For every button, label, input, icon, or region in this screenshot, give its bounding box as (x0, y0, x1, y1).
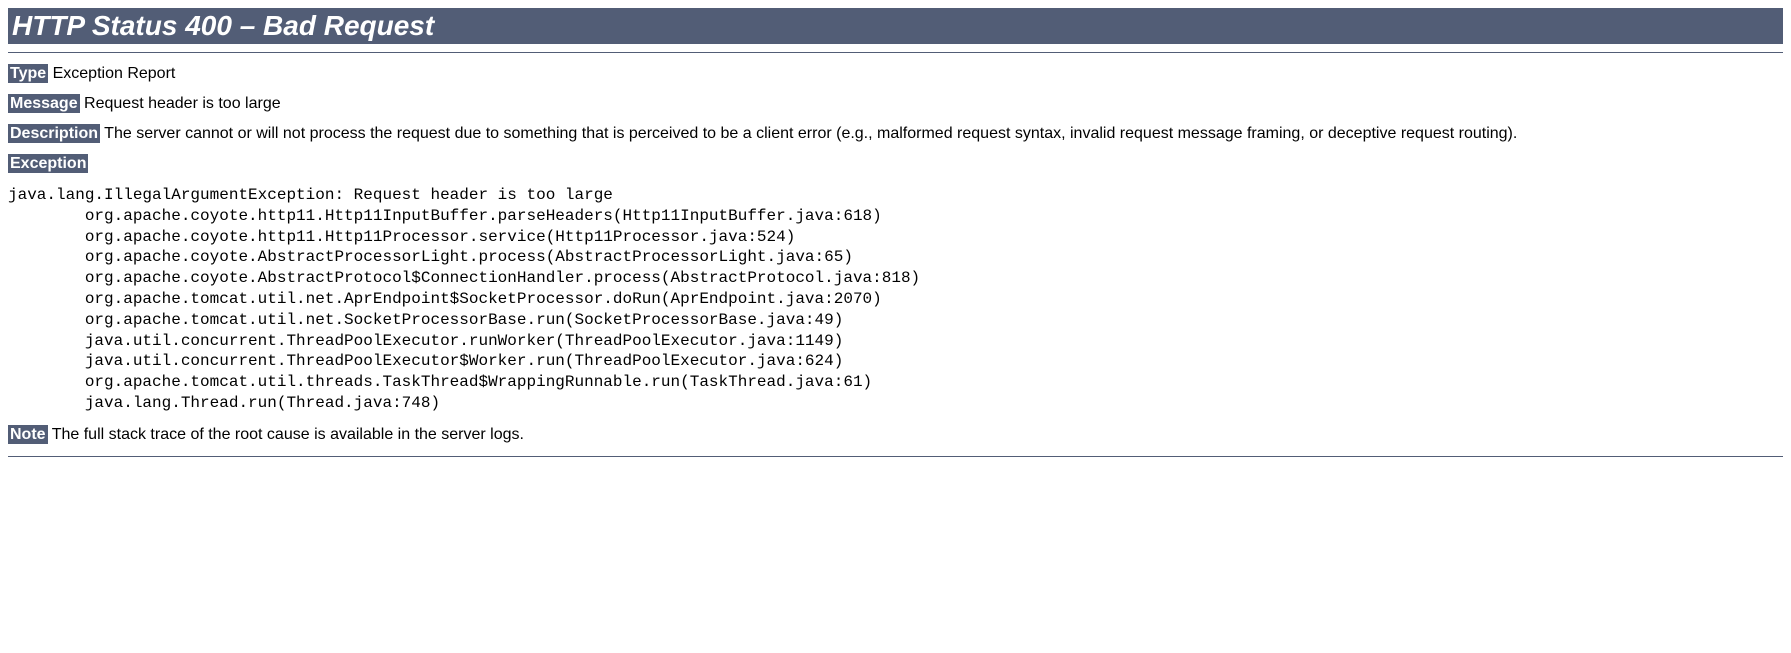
description-value: The server cannot or will not process th… (100, 125, 1517, 142)
message-row: Message Request header is too large (8, 95, 1783, 113)
exception-row: Exception (8, 155, 1783, 173)
stacktrace: java.lang.IllegalArgumentException: Requ… (8, 185, 1783, 414)
divider (8, 456, 1783, 457)
message-value: Request header is too large (80, 95, 281, 112)
divider (8, 52, 1783, 53)
type-label: Type (8, 64, 48, 83)
page-title: HTTP Status 400 – Bad Request (8, 8, 1783, 44)
type-value: Exception Report (48, 65, 175, 82)
note-value: The full stack trace of the root cause i… (48, 426, 524, 443)
exception-label: Exception (8, 154, 88, 173)
type-row: Type Exception Report (8, 65, 1783, 83)
note-row: Note The full stack trace of the root ca… (8, 426, 1783, 444)
message-label: Message (8, 94, 80, 113)
description-label: Description (8, 124, 100, 143)
note-label: Note (8, 425, 48, 444)
description-row: Description The server cannot or will no… (8, 125, 1783, 143)
